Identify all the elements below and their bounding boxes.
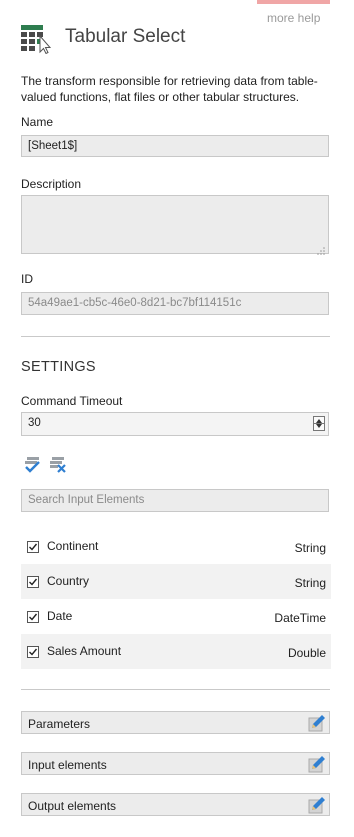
spinner-down-icon[interactable] [316, 424, 322, 428]
search-input-elements[interactable]: Search Input Elements [21, 489, 329, 512]
id-label: ID [21, 272, 33, 286]
element-type: DateTime [274, 611, 326, 625]
command-timeout-label: Command Timeout [21, 394, 123, 408]
name-input[interactable]: [Sheet1$] [21, 135, 329, 157]
page-title: Tabular Select [65, 26, 186, 47]
input-elements-label: Input elements [28, 758, 107, 772]
list-item[interactable]: Continent String [21, 529, 331, 564]
edit-icon[interactable] [308, 796, 326, 814]
continent-checkbox[interactable] [27, 541, 39, 553]
sales-amount-checkbox[interactable] [27, 646, 39, 658]
description-label: Description [21, 177, 82, 191]
element-type: Double [287, 646, 326, 660]
more-help-link[interactable]: more help [267, 11, 320, 25]
list-item[interactable]: Sales Amount Double [21, 634, 331, 669]
date-checkbox[interactable] [27, 611, 39, 623]
resize-grip-icon[interactable] [317, 242, 325, 255]
command-timeout-input[interactable]: 30 [21, 412, 329, 436]
edit-icon[interactable] [308, 755, 326, 773]
element-type: String [294, 576, 326, 590]
list-item[interactable]: Date DateTime [21, 599, 331, 634]
timeout-spinner[interactable] [313, 416, 325, 431]
country-checkbox[interactable] [27, 576, 39, 588]
description-textarea[interactable] [21, 195, 329, 255]
element-type: String [294, 541, 326, 555]
element-name: Date [47, 609, 73, 623]
output-elements-label: Output elements [28, 799, 117, 813]
divider [21, 689, 330, 690]
parameters-label: Parameters [28, 717, 91, 731]
id-field: 54a49ae1-cb5c-46e0-8d21-bc7bf114151c [21, 292, 329, 315]
select-all-icon[interactable] [24, 456, 42, 474]
name-label: Name [21, 115, 54, 129]
clear-all-icon[interactable] [49, 456, 67, 474]
input-elements-panel[interactable]: Input elements [21, 752, 330, 775]
command-timeout-value: 30 [28, 417, 41, 429]
element-name: Sales Amount [47, 644, 122, 658]
parameters-panel[interactable]: Parameters [21, 711, 330, 734]
element-name: Country [47, 574, 90, 588]
element-name: Continent [47, 539, 99, 553]
output-elements-panel[interactable]: Output elements [21, 793, 330, 816]
top-accent-strip [257, 0, 330, 4]
tabular-select-logo-icon [20, 24, 52, 55]
edit-icon[interactable] [308, 714, 326, 732]
transform-description-text: The transform responsible for retrieving… [21, 74, 318, 104]
divider [21, 336, 330, 337]
settings-section-title: SETTINGS [21, 359, 96, 375]
list-item[interactable]: Country String [21, 564, 331, 599]
